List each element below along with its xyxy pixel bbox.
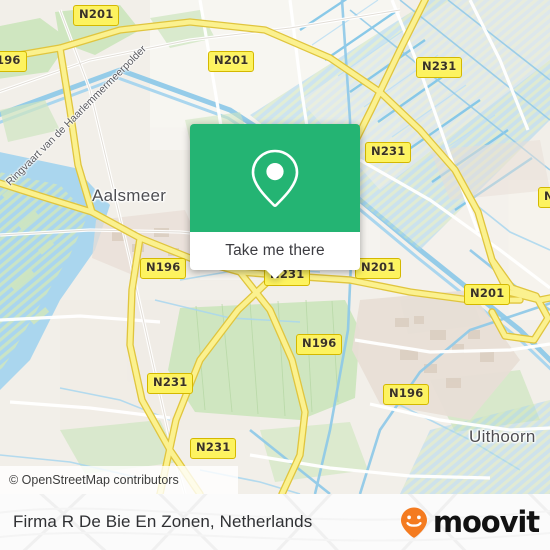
road-shield: N201 bbox=[355, 258, 402, 279]
map-canvas[interactable]: N201 196 N201 N231 N231 N1 N196 N231 N201 N196 N20… bbox=[0, 0, 550, 494]
footer-bar: Firma R De Bie En Zonen, Netherlands moo… bbox=[0, 494, 550, 550]
map-pin-icon bbox=[251, 149, 299, 207]
road-shield: 196 bbox=[0, 51, 27, 72]
popup-image bbox=[190, 124, 360, 232]
footer-title-text: Firma R De Bie En Zonen, Netherlands bbox=[13, 512, 313, 531]
page-title: Firma R De Bie En Zonen, Netherlands bbox=[13, 494, 312, 550]
road-shield: N201 bbox=[208, 51, 255, 72]
place-label: Aalsmeer bbox=[92, 186, 167, 205]
road-shield: N196 bbox=[296, 334, 343, 355]
road-shield: N231 bbox=[190, 438, 237, 459]
road-shield: N201 bbox=[73, 5, 120, 26]
take-me-there-label: Take me there bbox=[225, 242, 325, 259]
road-shield: N231 bbox=[365, 142, 412, 163]
road-shield: N196 bbox=[140, 258, 187, 279]
road-shield: N1 bbox=[538, 187, 550, 208]
moovit-wordmark: moovit bbox=[432, 504, 540, 539]
moovit-logo[interactable]: moovit bbox=[397, 494, 540, 550]
map-attribution[interactable]: © OpenStreetMap contributors bbox=[0, 466, 238, 494]
popup-pointer bbox=[266, 270, 284, 279]
take-me-there-button[interactable]: Take me there bbox=[190, 232, 360, 270]
road-shield: N231 bbox=[416, 57, 463, 78]
location-popup-card[interactable]: Take me there bbox=[190, 124, 360, 279]
road-shield: N201 bbox=[464, 284, 511, 305]
road-shield: N196 bbox=[383, 384, 430, 405]
place-label: Uithoorn bbox=[469, 427, 536, 446]
moovit-smiling-pin-icon bbox=[400, 507, 427, 538]
attribution-text: © OpenStreetMap contributors bbox=[9, 473, 179, 487]
road-shield: N231 bbox=[147, 373, 194, 394]
map-page: N201 196 N201 N231 N231 N1 N196 N231 N201 N196 N20… bbox=[0, 0, 550, 550]
